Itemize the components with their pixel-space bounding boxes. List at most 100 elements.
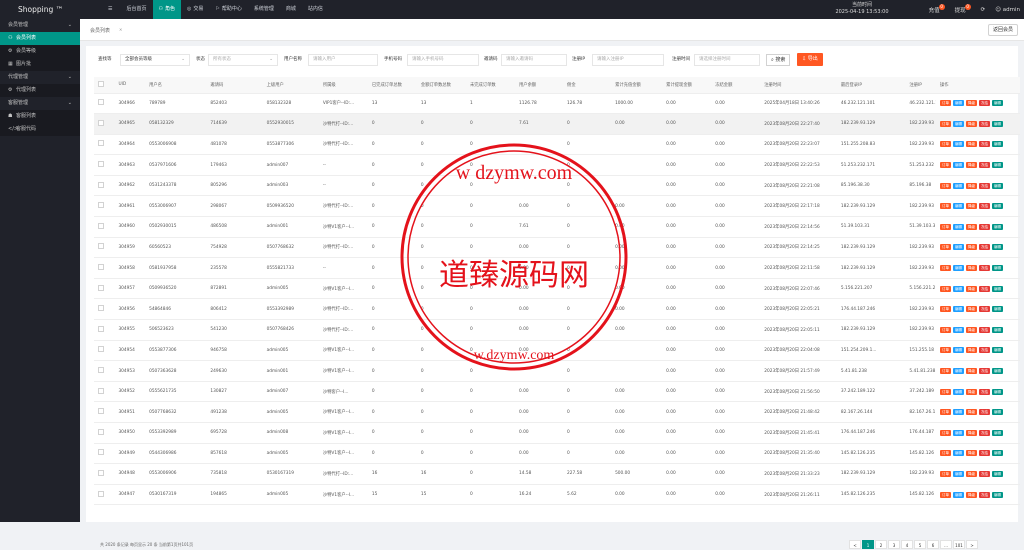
row-action-button[interactable]: 订单 bbox=[940, 203, 952, 210]
row-action-button[interactable]: 冻结 bbox=[979, 368, 991, 375]
row-action-button[interactable]: 订单 bbox=[940, 491, 952, 498]
status-select[interactable]: 所有状态 ⌄ bbox=[208, 54, 278, 66]
row-checkbox[interactable] bbox=[98, 140, 104, 147]
row-action-button[interactable]: 冻结 bbox=[979, 120, 991, 127]
row-checkbox[interactable] bbox=[98, 346, 104, 353]
row-action-button[interactable]: 订单 bbox=[940, 285, 952, 292]
row-action-button[interactable]: 编辑 bbox=[992, 120, 1004, 127]
recharge-button[interactable]: 充值0 bbox=[929, 3, 945, 14]
row-action-button[interactable]: 订单 bbox=[940, 429, 952, 436]
level-select[interactable]: 全部会员等级 ⌄ bbox=[120, 54, 190, 66]
phone-input[interactable]: 请输入手机号码 bbox=[407, 54, 479, 66]
row-checkbox[interactable] bbox=[98, 367, 104, 374]
row-action-button[interactable]: 编辑 bbox=[992, 306, 1004, 313]
page-button[interactable]: < bbox=[849, 540, 861, 549]
row-action-button[interactable]: 编辑 bbox=[953, 306, 965, 313]
row-action-button[interactable]: 冻结 bbox=[979, 306, 991, 313]
row-action-button[interactable]: 订单 bbox=[940, 409, 952, 416]
row-action-button[interactable]: 冻结 bbox=[979, 203, 991, 210]
nav-item-5[interactable]: 系统管理 bbox=[248, 0, 280, 19]
row-action-button[interactable]: 降级 bbox=[966, 120, 978, 127]
row-action-button[interactable]: 编辑 bbox=[992, 450, 1004, 457]
row-action-button[interactable]: 降级 bbox=[966, 409, 978, 416]
row-action-button[interactable]: 编辑 bbox=[992, 470, 1004, 477]
nav-item-1[interactable]: 后台首页 bbox=[120, 0, 152, 19]
row-checkbox[interactable] bbox=[98, 119, 104, 126]
row-checkbox[interactable] bbox=[98, 305, 104, 312]
select-all-checkbox[interactable] bbox=[98, 80, 104, 87]
row-action-button[interactable]: 冻结 bbox=[979, 347, 991, 354]
row-action-button[interactable]: 降级 bbox=[966, 388, 978, 395]
row-action-button[interactable]: 编辑 bbox=[992, 203, 1004, 210]
row-action-button[interactable]: 编辑 bbox=[992, 244, 1004, 251]
close-icon[interactable]: ✕ bbox=[119, 27, 122, 32]
row-checkbox[interactable] bbox=[98, 449, 104, 456]
row-action-button[interactable]: 编辑 bbox=[953, 203, 965, 210]
row-action-button[interactable]: 编辑 bbox=[992, 409, 1004, 416]
row-checkbox[interactable] bbox=[98, 222, 104, 229]
withdraw-button[interactable]: 提现0 bbox=[955, 3, 971, 14]
row-action-button[interactable]: 编辑 bbox=[992, 223, 1004, 230]
row-checkbox[interactable] bbox=[98, 202, 104, 209]
row-action-button[interactable]: 冻结 bbox=[979, 429, 991, 436]
row-action-button[interactable]: 编辑 bbox=[953, 100, 965, 107]
row-action-button[interactable]: 降级 bbox=[966, 285, 978, 292]
nav-item-2[interactable]: ⚇ 角色 bbox=[152, 0, 181, 19]
sidebar-item[interactable]: ▦ 图片批 bbox=[0, 58, 80, 71]
row-action-button[interactable]: 降级 bbox=[966, 141, 978, 148]
user-menu[interactable]: ☺ admin bbox=[995, 7, 1020, 13]
row-action-button[interactable]: 编辑 bbox=[953, 285, 965, 292]
row-action-button[interactable]: 编辑 bbox=[953, 182, 965, 189]
row-action-button[interactable]: 降级 bbox=[966, 162, 978, 169]
row-action-button[interactable]: 编辑 bbox=[992, 182, 1004, 189]
export-button[interactable]: ⇩ 导出 bbox=[797, 53, 823, 66]
row-action-button[interactable]: 编辑 bbox=[953, 450, 965, 457]
row-action-button[interactable]: 降级 bbox=[966, 326, 978, 333]
row-action-button[interactable]: 降级 bbox=[966, 450, 978, 457]
row-action-button[interactable]: 编辑 bbox=[953, 347, 965, 354]
row-action-button[interactable]: 降级 bbox=[966, 368, 978, 375]
reg-time-input[interactable]: 请选择注册时间 bbox=[694, 54, 760, 66]
page-button[interactable]: > bbox=[966, 540, 978, 549]
row-checkbox[interactable] bbox=[98, 387, 104, 394]
back-button[interactable]: 返回会员 bbox=[987, 24, 1018, 36]
row-action-button[interactable]: 降级 bbox=[966, 100, 978, 107]
sidebar-group[interactable]: 会员管理 ⌄ bbox=[0, 19, 80, 32]
row-action-button[interactable]: 冻结 bbox=[979, 409, 991, 416]
row-checkbox[interactable] bbox=[98, 428, 104, 435]
search-button[interactable]: ⌕ 搜索 bbox=[766, 54, 791, 66]
row-action-button[interactable]: 编辑 bbox=[992, 326, 1004, 333]
row-action-button[interactable]: 编辑 bbox=[992, 388, 1004, 395]
row-action-button[interactable]: 订单 bbox=[940, 388, 952, 395]
row-action-button[interactable]: 编辑 bbox=[953, 265, 965, 272]
nav-item-4[interactable]: ⚐ 帮助中心 bbox=[209, 0, 248, 19]
row-action-button[interactable]: 冻结 bbox=[979, 265, 991, 272]
sidebar-group[interactable]: 客服管理 ⌄ bbox=[0, 97, 80, 110]
row-action-button[interactable]: 订单 bbox=[940, 120, 952, 127]
row-checkbox[interactable] bbox=[98, 161, 104, 168]
row-action-button[interactable]: 降级 bbox=[966, 491, 978, 498]
row-checkbox[interactable] bbox=[98, 243, 104, 250]
page-button[interactable]: ... bbox=[940, 540, 952, 549]
row-action-button[interactable]: 冻结 bbox=[979, 285, 991, 292]
row-action-button[interactable]: 编辑 bbox=[953, 368, 965, 375]
refresh-icon[interactable]: ⟳ bbox=[981, 7, 986, 13]
row-action-button[interactable]: 订单 bbox=[940, 368, 952, 375]
row-action-button[interactable]: 编辑 bbox=[953, 120, 965, 127]
row-action-button[interactable]: 编辑 bbox=[992, 347, 1004, 354]
row-action-button[interactable]: 冻结 bbox=[979, 244, 991, 251]
row-action-button[interactable]: 冻结 bbox=[979, 491, 991, 498]
row-action-button[interactable]: 降级 bbox=[966, 244, 978, 251]
sidebar-item[interactable]: </>客服代码 bbox=[0, 123, 80, 136]
row-action-button[interactable]: 编辑 bbox=[953, 470, 965, 477]
row-action-button[interactable]: 编辑 bbox=[953, 409, 965, 416]
row-action-button[interactable]: 编辑 bbox=[992, 265, 1004, 272]
row-action-button[interactable]: 冻结 bbox=[979, 182, 991, 189]
row-action-button[interactable]: 冻结 bbox=[979, 450, 991, 457]
row-checkbox[interactable] bbox=[98, 408, 104, 415]
invite-code-input[interactable]: 请输入邀请码 bbox=[501, 54, 567, 66]
nav-item-6[interactable]: 商城 bbox=[280, 0, 302, 19]
row-action-button[interactable]: 订单 bbox=[940, 347, 952, 354]
row-action-button[interactable]: 订单 bbox=[940, 182, 952, 189]
row-action-button[interactable]: 订单 bbox=[940, 100, 952, 107]
